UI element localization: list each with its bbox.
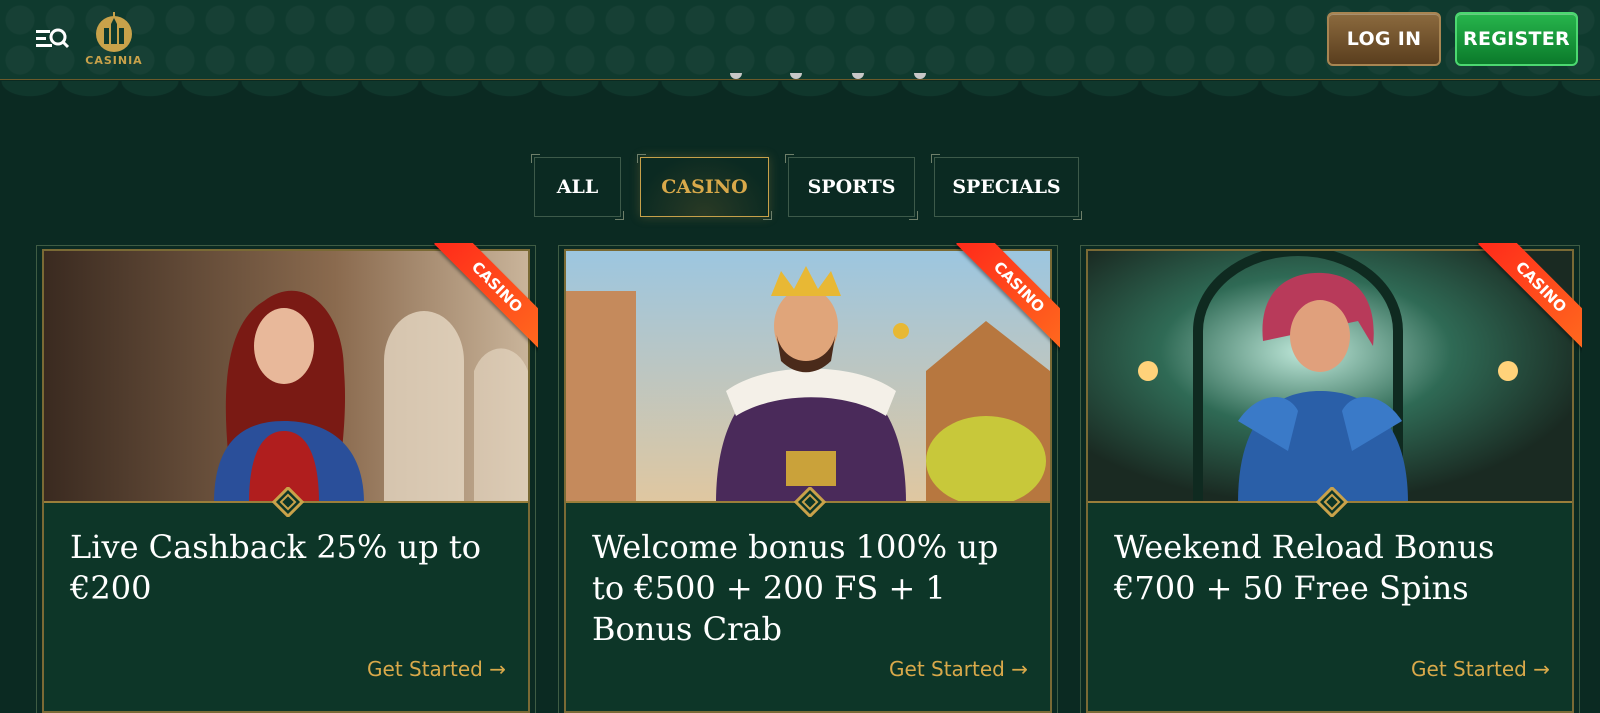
tab-all[interactable]: ALL [531, 154, 624, 220]
promo-card[interactable]: CASINO Welcome bonus 100% up to €500 + 2… [558, 243, 1060, 713]
promo-card[interactable]: CASINO Weekend Reload Bonus €700 + 50 Fr… [1080, 243, 1582, 713]
knot-ornament-icon [1312, 485, 1352, 519]
top-header: CASINIA LOG IN REGISTER [0, 0, 1600, 80]
carousel-dot[interactable] [790, 73, 802, 79]
casino-badge: CASINO [428, 243, 538, 353]
card-title: Welcome bonus 100% up to €500 + 200 FS +… [592, 528, 999, 648]
casino-badge: CASINO [1472, 243, 1582, 353]
get-started-link[interactable]: Get Started → [889, 657, 1028, 681]
card-title: Weekend Reload Bonus €700 + 50 Free Spin… [1114, 528, 1495, 607]
knot-ornament-icon [268, 485, 308, 519]
promo-card[interactable]: CASINO Live Cashback 25% up to €200 Get … [36, 243, 538, 713]
get-started-link[interactable]: Get Started → [367, 657, 506, 681]
tab-casino[interactable]: CASINO [637, 154, 772, 220]
carousel-dots [730, 73, 930, 83]
carousel-dot[interactable] [914, 73, 926, 79]
login-button[interactable]: LOG IN [1327, 12, 1441, 66]
carousel-dot[interactable] [730, 73, 742, 79]
carousel-dot[interactable] [852, 73, 864, 79]
casino-badge: CASINO [950, 243, 1060, 353]
logo-text: CASINIA [85, 54, 143, 67]
decorative-scallop-band [0, 81, 1600, 105]
get-started-link[interactable]: Get Started → [1411, 657, 1550, 681]
tab-specials[interactable]: SPECIALS [931, 154, 1082, 220]
card-title: Live Cashback 25% up to €200 [70, 528, 481, 607]
tab-sports[interactable]: SPORTS [785, 154, 918, 220]
register-button[interactable]: REGISTER [1455, 12, 1578, 66]
menu-search-icon[interactable] [34, 24, 70, 54]
knot-ornament-icon [790, 485, 830, 519]
